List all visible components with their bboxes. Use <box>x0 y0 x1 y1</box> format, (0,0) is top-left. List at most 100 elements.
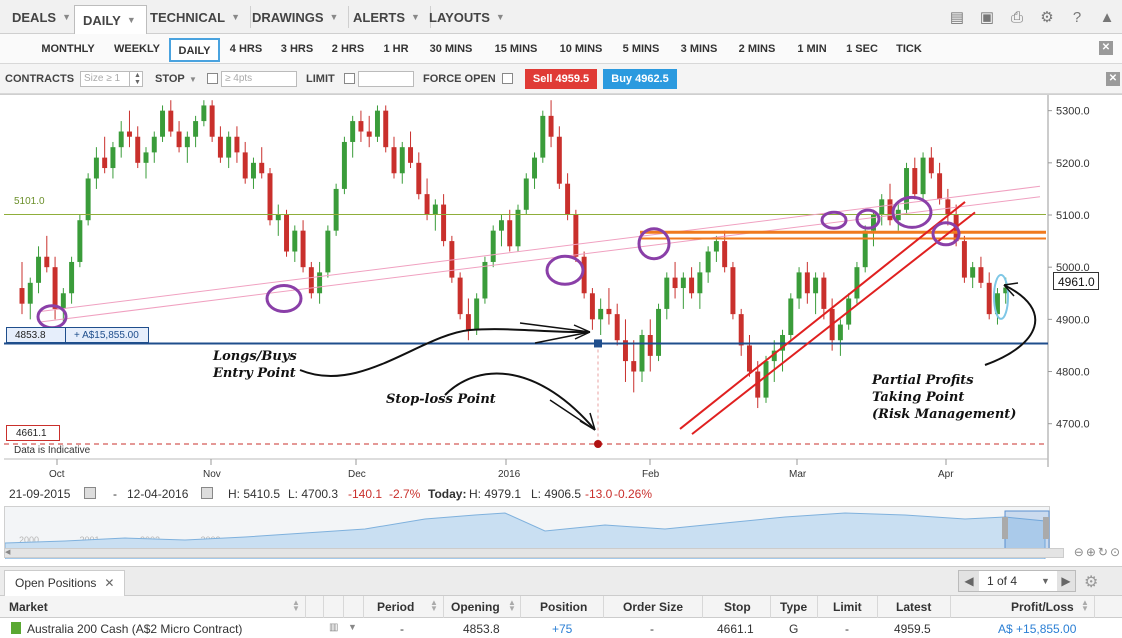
timeframe-10mins[interactable]: 10 MINS <box>553 38 609 62</box>
menu-deals[interactable]: DEALS ▼ <box>4 6 82 28</box>
tab-open-positions[interactable]: Open Positions ✕ <box>4 570 126 596</box>
refresh-icon[interactable]: ↻ <box>1098 545 1108 559</box>
prev-page-icon[interactable]: ◀ <box>959 571 979 591</box>
calendar-icon[interactable] <box>84 487 96 499</box>
timeframe-1hr[interactable]: 1 HR <box>378 38 414 62</box>
contracts-stepper[interactable]: ▲ ▼ <box>129 71 143 87</box>
candle-body <box>697 272 703 294</box>
date-separator: - <box>113 487 117 501</box>
sort-icon[interactable]: ▲ ▼ <box>508 599 516 613</box>
timeframe-15mins[interactable]: 15 MINS <box>488 38 544 62</box>
candle-body <box>614 314 620 341</box>
limit-input[interactable] <box>358 71 414 87</box>
collapse-icon[interactable]: ▲ <box>1096 6 1118 28</box>
row-menu-icon[interactable]: ▼ <box>348 622 357 632</box>
col-profit-loss[interactable]: Profit/Loss <box>1011 600 1074 614</box>
candle-body <box>961 241 967 278</box>
candle-body <box>490 230 496 262</box>
candle-body <box>937 173 943 200</box>
timeframe-2mins[interactable]: 2 MINS <box>733 38 781 62</box>
timeframe-3mins[interactable]: 3 MINS <box>675 38 723 62</box>
candle-body <box>201 105 207 122</box>
zoom-in-icon[interactable]: ⊕ <box>1086 545 1096 559</box>
timeframe-5mins[interactable]: 5 MINS <box>617 38 665 62</box>
page-selector[interactable]: ◀ 1 of 4 ▼ ▶ <box>958 570 1076 592</box>
sort-icon[interactable]: ▲ ▼ <box>292 599 300 613</box>
price-chart[interactable]: 5300.0 5200.0 5100.0 5000.0 4900.0 4800.0 4700… <box>0 94 1122 506</box>
stop-input[interactable]: ≥ 4pts <box>221 71 297 87</box>
x-tick-label: Mar <box>789 469 807 480</box>
timeframe-4hrs[interactable]: 4 HRS <box>224 38 268 62</box>
timeframe-30mins[interactable]: 30 MINS <box>423 38 479 62</box>
menu-technical[interactable]: TECHNICAL ▼ <box>142 6 252 28</box>
candle-body <box>507 220 513 247</box>
cell-stop[interactable]: 4661.1 <box>717 622 754 636</box>
next-page-icon[interactable]: ▶ <box>1057 571 1075 591</box>
layers-icon[interactable]: ▤ <box>946 6 968 28</box>
buy-button[interactable]: Buy 4962.5 <box>603 69 677 89</box>
timeframe-1sec[interactable]: 1 SEC <box>842 38 882 62</box>
end-date[interactable]: 12-04-2016 <box>127 487 188 501</box>
close-icon[interactable]: ✕ <box>1099 41 1113 55</box>
candle-body <box>160 110 166 137</box>
sell-button[interactable]: Sell 4959.5 <box>525 69 597 89</box>
timeframe-2hrs[interactable]: 2 HRS <box>327 38 369 62</box>
col-order-size[interactable]: Order Size <box>623 600 683 614</box>
gear-icon[interactable]: ⚙ <box>1084 572 1098 592</box>
candle-body <box>813 277 819 294</box>
close-icon[interactable]: ✕ <box>104 576 114 590</box>
force-open-checkbox[interactable] <box>502 73 513 84</box>
start-date[interactable]: 21-09-2015 <box>9 487 70 501</box>
gear-icon[interactable]: ⚙ <box>1036 6 1058 28</box>
zoom-out-icon[interactable]: ⊖ <box>1074 545 1084 559</box>
cell-market[interactable]: Australia 200 Cash (A$2 Micro Contract) <box>27 622 242 636</box>
col-limit[interactable]: Limit <box>833 600 862 614</box>
reset-zoom-icon[interactable]: ⊙ <box>1110 545 1120 559</box>
entry-level-box[interactable]: 4853.8 + A$15,855.00 <box>6 327 149 343</box>
table-row[interactable]: Australia 200 Cash (A$2 Micro Contract) … <box>0 618 1122 638</box>
limit-checkbox[interactable] <box>344 73 355 84</box>
stop-dropdown-icon[interactable]: ▼ <box>189 75 197 84</box>
print-icon[interactable]: ⎙ <box>1006 6 1028 28</box>
col-stop[interactable]: Stop <box>724 600 751 614</box>
col-latest[interactable]: Latest <box>896 600 931 614</box>
timeframe-3hrs[interactable]: 3 HRS <box>276 38 318 62</box>
navigator-scrollbar[interactable]: ◀ <box>4 548 1064 558</box>
navigator-handle-right[interactable] <box>1043 517 1049 539</box>
help-icon[interactable]: ? <box>1066 6 1088 28</box>
chart-icon[interactable]: ▥ <box>329 622 338 633</box>
timeframe-tick[interactable]: TICK <box>891 38 927 62</box>
cell-limit[interactable]: - <box>845 622 849 636</box>
close-icon[interactable]: ✕ <box>1106 72 1120 86</box>
col-period[interactable]: Period <box>377 600 414 614</box>
candle-body <box>631 361 637 372</box>
menu-alerts[interactable]: ALERTS ▼ <box>345 6 431 28</box>
candle-body <box>317 272 323 294</box>
stop-level-box[interactable]: 4661.1 <box>6 425 60 441</box>
y-tick-label: 5300.0 <box>1056 106 1090 118</box>
sort-icon[interactable]: ▲ ▼ <box>1081 599 1089 613</box>
stop-checkbox[interactable] <box>207 73 218 84</box>
menu-daily[interactable]: DAILY ▼ <box>74 5 147 34</box>
candle-body <box>110 147 116 169</box>
sort-icon[interactable]: ▲ ▼ <box>430 599 438 613</box>
candle-body <box>292 230 298 252</box>
col-position[interactable]: Position <box>540 600 587 614</box>
timeframe-daily[interactable]: DAILY <box>169 38 220 62</box>
timeframe-weekly[interactable]: WEEKLY <box>108 38 166 62</box>
chevron-down-icon[interactable]: ▼ <box>1041 571 1050 591</box>
col-type[interactable]: Type <box>780 600 807 614</box>
menu-drawings[interactable]: DRAWINGS ▼ <box>244 6 350 28</box>
image-icon[interactable]: ▣ <box>976 6 998 28</box>
col-opening[interactable]: Opening <box>451 600 500 614</box>
col-market[interactable]: Market <box>9 600 48 614</box>
scroll-left-icon[interactable]: ◀ <box>5 549 13 557</box>
timeframe-1min[interactable]: 1 MIN <box>791 38 833 62</box>
cell-period: - <box>400 622 404 636</box>
contracts-input[interactable]: Size ≥ 1 <box>80 71 130 87</box>
chart-canvas[interactable]: 5300.05200.05100.05000.04900.04800.04700… <box>0 95 1122 485</box>
timeframe-monthly[interactable]: MONTHLY <box>34 38 102 62</box>
calendar-icon[interactable] <box>201 487 213 499</box>
menu-layouts[interactable]: LAYOUTS ▼ <box>421 6 515 28</box>
navigator-handle-left[interactable] <box>1002 517 1008 539</box>
